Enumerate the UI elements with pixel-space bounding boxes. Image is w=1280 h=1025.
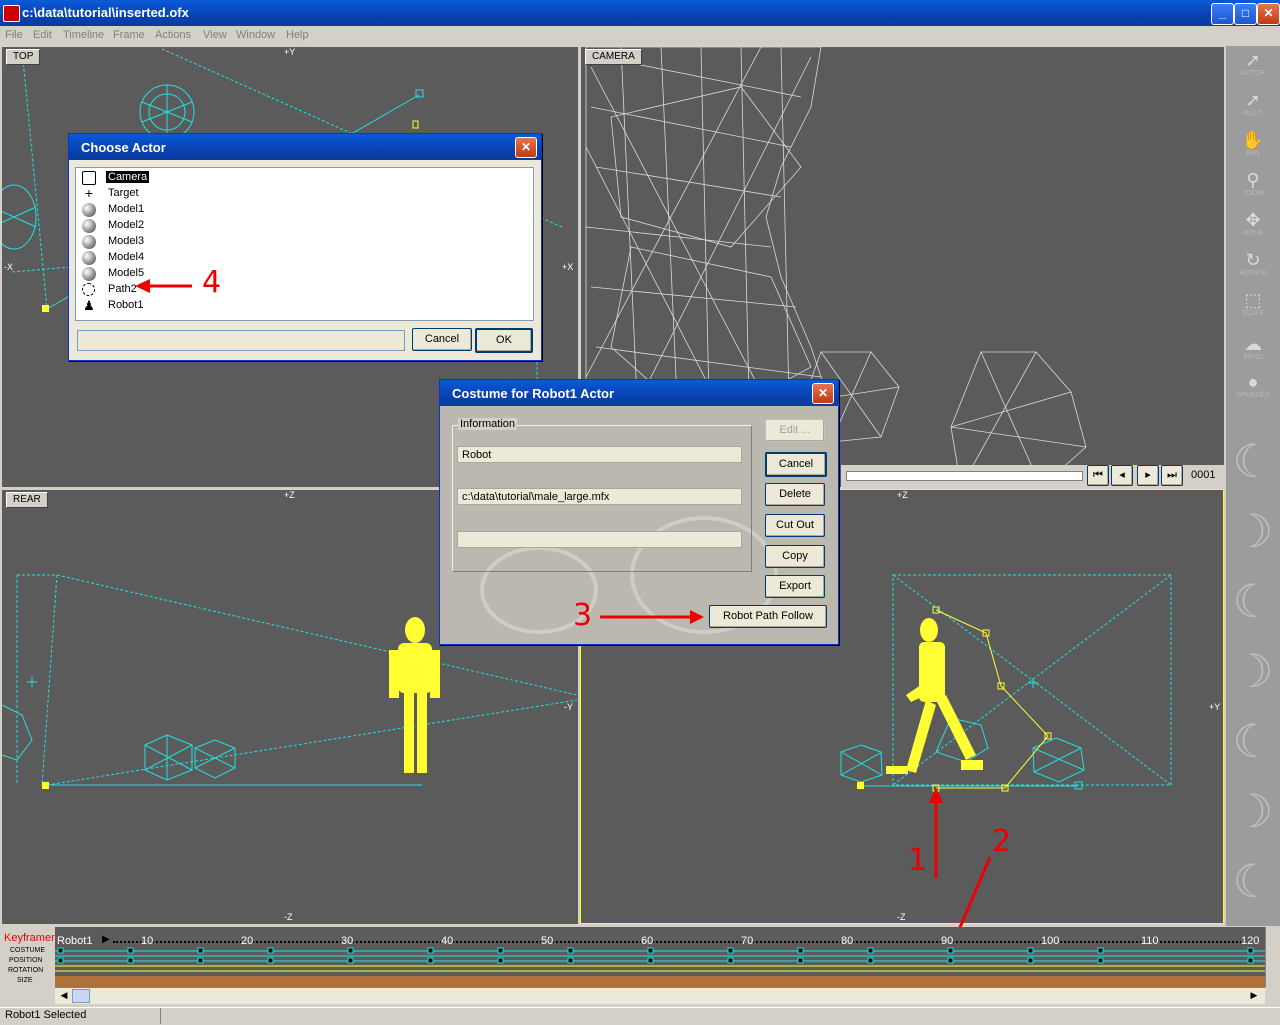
timeline-ruler [113, 941, 1258, 943]
keyframe-tracks[interactable] [55, 945, 1265, 987]
timeline-vscrollbar[interactable] [1265, 927, 1280, 987]
timeline-hscrollbar[interactable]: ◀ ▶ [55, 987, 1265, 1004]
status-divider [160, 1008, 161, 1024]
track-label-size: SIZE [17, 977, 33, 984]
keyframer-title: Keyframer [4, 932, 55, 944]
annotation-label-2: 2 [992, 824, 1012, 859]
scroll-right-icon[interactable]: ▶ [1248, 989, 1260, 1001]
track-label-rotation: ROTATION [8, 967, 44, 974]
track-label-position: POSITION [9, 957, 43, 964]
keyframer-timeline: Keyframer COSTUME POSITION ROTATION SIZE… [0, 927, 1280, 1007]
status-text: Robot1 Selected [5, 1009, 87, 1021]
annotation-arrows [135, 279, 992, 945]
annotation-label-4: 4 [202, 265, 222, 300]
scroll-left-icon[interactable]: ◀ [58, 989, 70, 1001]
timeline-tracks[interactable]: Robot1 ▶ 10 20 30 40 50 60 70 80 90 100 … [55, 927, 1265, 987]
annotation-label-3: 3 [573, 598, 593, 633]
scroll-thumb[interactable] [72, 989, 90, 1003]
track-labels: Keyframer COSTUME POSITION ROTATION SIZE [0, 927, 55, 987]
annotation-label-1: 1 [908, 843, 928, 878]
track-label-costume: COSTUME [10, 947, 45, 954]
status-bar: Robot1 Selected [0, 1007, 1280, 1025]
play-marker-icon: ▶ [102, 934, 110, 945]
